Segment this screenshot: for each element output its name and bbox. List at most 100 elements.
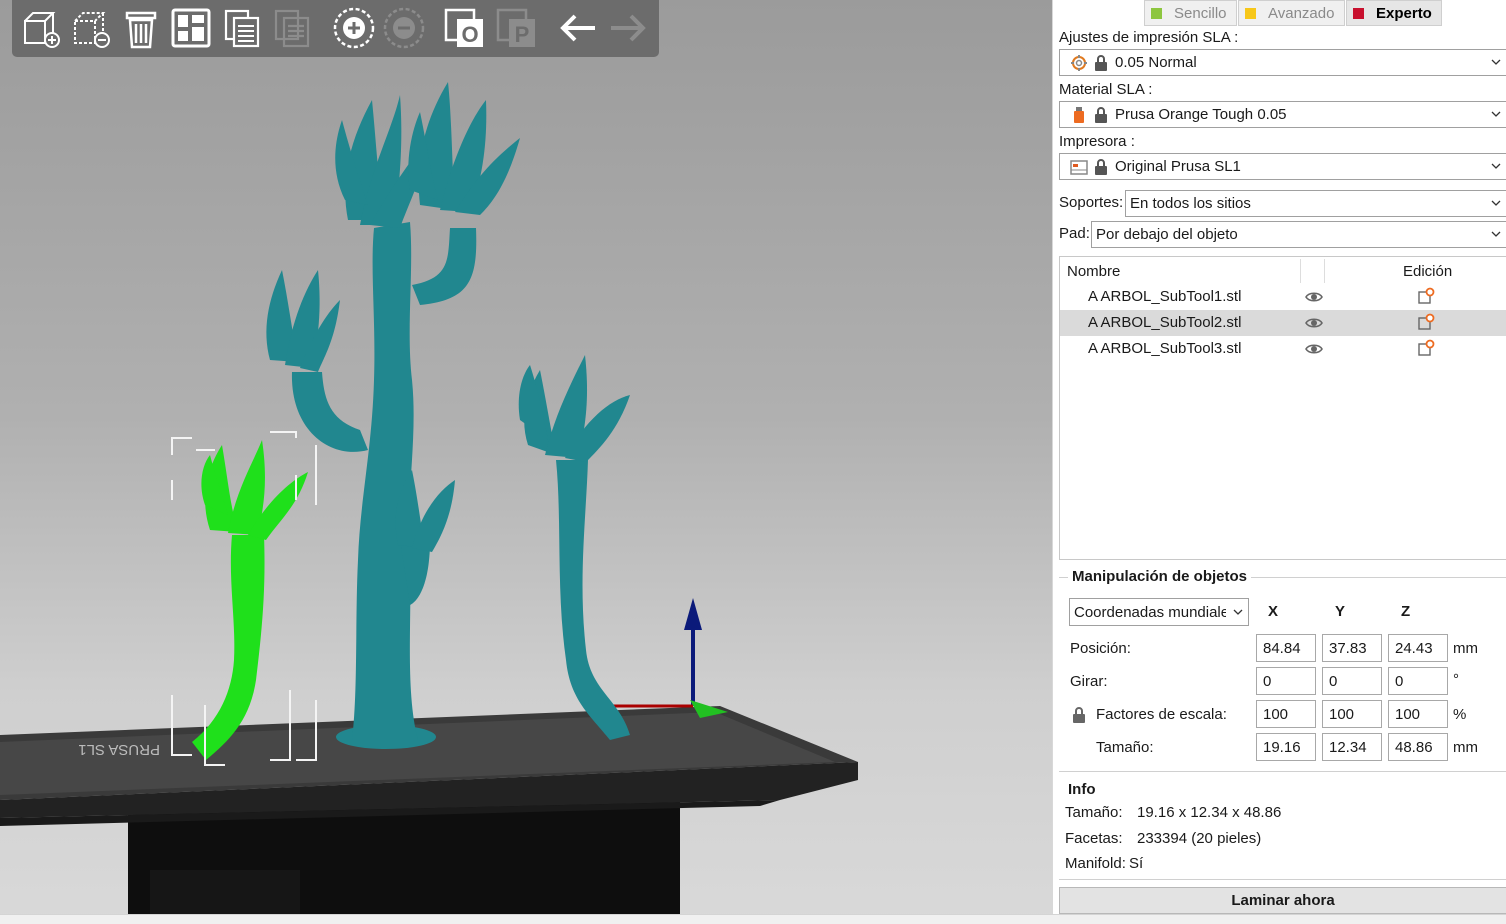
axis-x-label: X: [1268, 603, 1279, 620]
mode-simple-button[interactable]: Sencillo: [1144, 0, 1237, 26]
chevron-down-icon: [1491, 163, 1501, 169]
expert-mode-icon: [1353, 7, 1364, 19]
paste-icon[interactable]: [267, 5, 315, 51]
axis-z-label: Z: [1401, 603, 1411, 620]
printer-combo[interactable]: Original Prusa SL1: [1059, 153, 1506, 180]
supports-combo[interactable]: En todos los sitios: [1125, 190, 1506, 217]
info-title: Info: [1064, 781, 1100, 798]
simple-mode-icon: [1151, 7, 1162, 19]
object-name: A ARBOL_SubTool2.stl: [1088, 314, 1242, 331]
edit-settings-icon[interactable]: [1417, 313, 1435, 331]
mode-advanced-button[interactable]: Avanzado: [1238, 0, 1345, 26]
size-label: Tamaño:: [1096, 739, 1154, 756]
column-divider: [1324, 259, 1325, 283]
svg-text:P: P: [515, 22, 530, 47]
scale-x-input[interactable]: 100: [1256, 700, 1316, 728]
3d-viewport[interactable]: PRUSA SL1 O P: [0, 0, 1052, 924]
rotate-unit: °: [1453, 671, 1459, 688]
info-manifold-label: Manifold:: [1065, 855, 1126, 872]
manipulation-title: Manipulación de objetos: [1068, 568, 1252, 585]
chevron-down-icon: [1491, 200, 1501, 206]
rotate-z-input[interactable]: 0: [1388, 667, 1448, 695]
eye-icon[interactable]: [1304, 313, 1324, 333]
add-instance-icon[interactable]: [330, 5, 378, 51]
lock-icon[interactable]: [1071, 706, 1087, 724]
redo-icon[interactable]: [604, 5, 652, 51]
material-label: Material SLA :: [1059, 81, 1153, 98]
print-settings-label: Ajustes de impresión SLA :: [1059, 29, 1239, 46]
scale-unit: %: [1453, 706, 1467, 723]
lock-icon: [1095, 54, 1107, 71]
axis-gizmo: [612, 598, 728, 718]
divider: [1059, 879, 1506, 880]
info-size-value: 19.16 x 12.34 x 48.86: [1137, 804, 1282, 821]
sidebar-panel: Sencillo Avanzado Experto Ajustes de imp…: [1052, 0, 1506, 924]
svg-text:O: O: [461, 22, 478, 47]
object-row[interactable]: A ARBOL_SubTool1.stl: [1060, 284, 1506, 310]
arrange-icon[interactable]: [167, 5, 215, 51]
copy-icon[interactable]: [217, 5, 265, 51]
object-list[interactable]: Nombre Edición A ARBOL_SubTool1.stl A AR…: [1059, 256, 1506, 560]
split-objects-icon[interactable]: O: [440, 5, 488, 51]
info-manifold-value: Sí: [1129, 855, 1144, 872]
rotate-label: Girar:: [1070, 673, 1108, 690]
size-y-input[interactable]: 12.34: [1322, 733, 1382, 761]
advanced-mode-icon: [1245, 7, 1256, 19]
top-toolbar: O P: [12, 0, 659, 57]
column-name-header[interactable]: Nombre: [1067, 263, 1120, 280]
undo-icon[interactable]: [554, 5, 602, 51]
axis-y-label: Y: [1335, 603, 1346, 620]
scene-canvas[interactable]: PRUSA SL1: [0, 0, 1052, 924]
size-x-input[interactable]: 19.16: [1256, 733, 1316, 761]
object-row[interactable]: A ARBOL_SubTool2.stl: [1060, 310, 1506, 336]
material-combo[interactable]: Prusa Orange Tough 0.05: [1059, 101, 1506, 128]
chevron-down-icon: [1491, 231, 1501, 237]
split-parts-icon[interactable]: P: [492, 5, 540, 51]
rotate-x-input[interactable]: 0: [1256, 667, 1316, 695]
divider: [1059, 771, 1506, 772]
position-unit: mm: [1453, 640, 1478, 657]
scale-z-input[interactable]: 100: [1388, 700, 1448, 728]
rotate-y-input[interactable]: 0: [1322, 667, 1382, 695]
pad-combo[interactable]: Por debajo del objeto: [1091, 221, 1506, 248]
size-unit: mm: [1453, 739, 1478, 756]
size-z-input[interactable]: 48.86: [1388, 733, 1448, 761]
remove-instance-icon[interactable]: [380, 5, 428, 51]
slice-now-button[interactable]: Laminar ahora: [1059, 887, 1506, 914]
tree-object-right[interactable]: [518, 355, 630, 740]
position-x-input[interactable]: 84.84: [1256, 634, 1316, 662]
chevron-down-icon: [1233, 609, 1243, 615]
add-icon[interactable]: [17, 5, 65, 51]
object-list-header: Nombre Edición: [1060, 257, 1506, 285]
gear-icon: [1070, 54, 1088, 72]
edit-settings-icon[interactable]: [1417, 287, 1435, 305]
info-size-label: Tamaño:: [1065, 804, 1123, 821]
resin-bottle-icon: [1070, 106, 1088, 124]
eye-icon[interactable]: [1304, 287, 1324, 307]
printer-icon: [1070, 158, 1088, 176]
scale-label: Factores de escala:: [1096, 706, 1227, 723]
supports-label: Soportes:: [1059, 194, 1124, 211]
object-name: A ARBOL_SubTool1.stl: [1088, 288, 1242, 305]
scale-y-input[interactable]: 100: [1322, 700, 1382, 728]
delete-icon[interactable]: [67, 5, 115, 51]
print-bed: PRUSA SL1: [0, 706, 858, 826]
delete-all-icon[interactable]: [117, 5, 165, 51]
pad-label: Pad:: [1059, 225, 1090, 242]
eye-icon[interactable]: [1304, 339, 1324, 359]
position-y-input[interactable]: 37.83: [1322, 634, 1382, 662]
mode-expert-button[interactable]: Experto: [1346, 0, 1442, 26]
coordinate-system-select[interactable]: Coordenadas mundiales: [1069, 598, 1249, 626]
printer-label: Impresora :: [1059, 133, 1135, 150]
info-facets-value: 233394 (20 pieles): [1137, 830, 1262, 847]
object-row[interactable]: A ARBOL_SubTool3.stl: [1060, 336, 1506, 362]
edit-settings-icon[interactable]: [1417, 339, 1435, 357]
column-edit-header[interactable]: Edición: [1403, 263, 1452, 280]
svg-text:PRUSA SL1: PRUSA SL1: [78, 741, 160, 758]
position-label: Posición:: [1070, 640, 1131, 657]
print-settings-combo[interactable]: 0.05 Normal: [1059, 49, 1506, 76]
status-bar: [0, 914, 1506, 924]
chevron-down-icon: [1491, 111, 1501, 117]
tree-object-main[interactable]: [266, 82, 520, 749]
position-z-input[interactable]: 24.43: [1388, 634, 1448, 662]
